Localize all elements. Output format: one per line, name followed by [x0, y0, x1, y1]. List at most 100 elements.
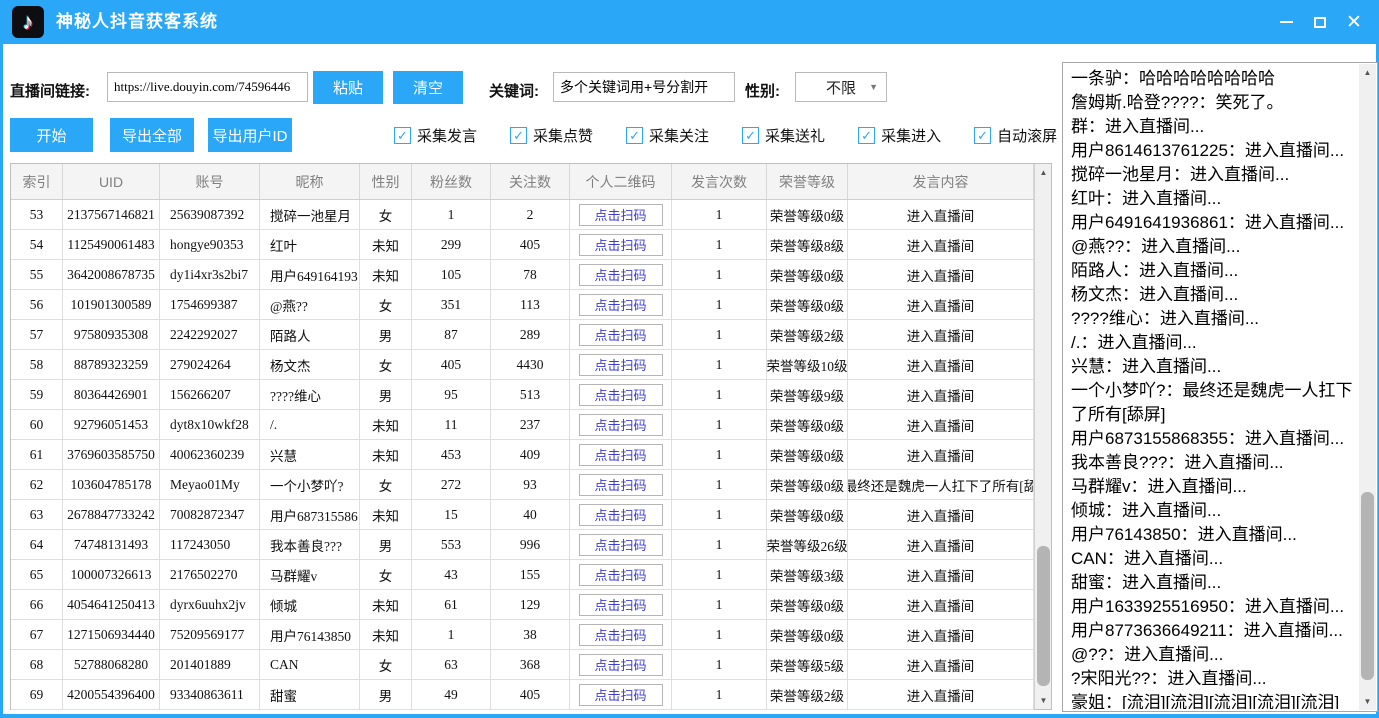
scan-qr-button[interactable]: 点击扫码	[579, 594, 663, 616]
cell-index: 61	[11, 440, 63, 470]
table-row[interactable]: 61 3769603585750 40062360239 兴慧 未知 453 4…	[11, 440, 1034, 470]
export-uid-button[interactable]: 导出用户ID	[208, 118, 292, 152]
cell-qr: 点击扫码	[570, 440, 672, 470]
cell-gender: 男	[360, 380, 412, 410]
column-header: 发言次数	[672, 164, 767, 199]
cell-gender: 女	[360, 350, 412, 380]
table-row[interactable]: 53 2137567146821 25639087392 搅碎一池星月 女 1 …	[11, 200, 1034, 230]
cell-nickname: 兴慧	[260, 440, 360, 470]
table-row[interactable]: 67 1271506934440 75209569177 用户76143850 …	[11, 620, 1034, 650]
table-row[interactable]: 60 92796051453 dyt8x10wkf28 /. 未知 11 237…	[11, 410, 1034, 440]
cell-index: 64	[11, 530, 63, 560]
table-row[interactable]: 54 1125490061483 hongye90353 红叶 未知 299 4…	[11, 230, 1034, 260]
cell-speech-content: 进入直播间	[848, 260, 1034, 290]
export-all-button[interactable]: 导出全部	[110, 118, 194, 152]
close-button[interactable]: ✕	[1337, 7, 1371, 37]
capture-option-checkbox[interactable]: 采集点赞	[510, 125, 593, 146]
scan-qr-button[interactable]: 点击扫码	[579, 504, 663, 526]
cell-uid: 100007326613	[63, 560, 160, 590]
scan-qr-button[interactable]: 点击扫码	[579, 294, 663, 316]
capture-option-checkbox[interactable]: 采集发言	[394, 125, 477, 146]
checkbox-label: 采集送礼	[765, 125, 825, 146]
cell-index: 53	[11, 200, 63, 230]
table-row[interactable]: 57 97580935308 2242292027 陌路人 男 87 289 点…	[11, 320, 1034, 350]
chat-message: @??：进入直播间...	[1071, 643, 1356, 667]
chat-message: ?宋阳光??：进入直播间...	[1071, 667, 1356, 691]
table-row[interactable]: 55 3642008678735 dy1i4xr3s2bi7 用户6491641…	[11, 260, 1034, 290]
gender-select[interactable]: 不限 ▼	[795, 72, 887, 102]
cell-speech-content: 进入直播间	[848, 680, 1034, 710]
scroll-up-icon[interactable]: ▲	[1035, 164, 1052, 181]
clear-button[interactable]: 清空	[393, 71, 463, 104]
cell-gender: 未知	[360, 590, 412, 620]
minimize-button[interactable]	[1269, 7, 1303, 37]
scroll-up-icon[interactable]: ▲	[1359, 64, 1376, 81]
table-row[interactable]: 68 52788068280 201401889 CAN 女 63 368 点击…	[11, 650, 1034, 680]
table-row[interactable]: 62 103604785178 Meyao01My 一个小梦吖? 女 272 9…	[11, 470, 1034, 500]
maximize-button[interactable]	[1303, 7, 1337, 37]
table-row[interactable]: 66 4054641250413 dyrx6uuhx2jv 倾城 未知 61 1…	[11, 590, 1034, 620]
scan-qr-button[interactable]: 点击扫码	[579, 204, 663, 226]
scroll-down-icon[interactable]: ▼	[1035, 692, 1052, 709]
capture-option-checkbox[interactable]: 自动滚屏	[974, 125, 1057, 146]
chat-scrollbar[interactable]: ▲ ▼	[1359, 64, 1376, 710]
cell-qr: 点击扫码	[570, 200, 672, 230]
cell-follows: 289	[491, 320, 570, 350]
live-link-input[interactable]	[107, 72, 308, 102]
cell-qr: 点击扫码	[570, 680, 672, 710]
scan-qr-button[interactable]: 点击扫码	[579, 384, 663, 406]
table-row[interactable]: 58 88789323259 279024264 杨文杰 女 405 4430 …	[11, 350, 1034, 380]
table-row[interactable]: 65 100007326613 2176502270 马群耀v 女 43 155…	[11, 560, 1034, 590]
table-scrollbar[interactable]: ▲ ▼	[1034, 164, 1051, 709]
scan-qr-button[interactable]: 点击扫码	[579, 324, 663, 346]
table-row[interactable]: 63 2678847733242 70082872347 用户687315586…	[11, 500, 1034, 530]
scan-qr-button[interactable]: 点击扫码	[579, 234, 663, 256]
cell-honor-level: 荣誉等级5级	[767, 650, 848, 680]
cell-uid: 1271506934440	[63, 620, 160, 650]
cell-nickname: ????维心	[260, 380, 360, 410]
capture-option-checkbox[interactable]: 采集送礼	[742, 125, 825, 146]
scan-qr-button[interactable]: 点击扫码	[579, 474, 663, 496]
maximize-icon	[1314, 17, 1326, 28]
keyword-input[interactable]	[553, 72, 735, 102]
capture-option-checkbox[interactable]: 采集关注	[626, 125, 709, 146]
table-scrollbar-thumb[interactable]	[1037, 546, 1050, 686]
scan-qr-button[interactable]: 点击扫码	[579, 684, 663, 706]
start-button[interactable]: 开始	[10, 118, 93, 152]
chat-scrollbar-thumb[interactable]	[1361, 492, 1374, 680]
capture-option-checkbox[interactable]: 采集进入	[858, 125, 941, 146]
table-row[interactable]: 59 80364426901 156266207 ????维心 男 95 513…	[11, 380, 1034, 410]
cell-nickname: 我本善良???	[260, 530, 360, 560]
cell-uid: 1125490061483	[63, 230, 160, 260]
checkbox-checked-icon	[626, 127, 643, 144]
cell-speech-content: 进入直播间	[848, 350, 1034, 380]
scroll-down-icon[interactable]: ▼	[1359, 693, 1376, 710]
paste-button[interactable]: 粘贴	[313, 71, 383, 104]
cell-gender: 未知	[360, 230, 412, 260]
scan-qr-button[interactable]: 点击扫码	[579, 564, 663, 586]
cell-honor-level: 荣誉等级9级	[767, 380, 848, 410]
chat-message: 一条驴：哈哈哈哈哈哈哈哈	[1071, 67, 1356, 91]
cell-qr: 点击扫码	[570, 590, 672, 620]
scan-qr-button[interactable]: 点击扫码	[579, 414, 663, 436]
cell-speech-count: 1	[672, 620, 767, 650]
scan-qr-button[interactable]: 点击扫码	[579, 444, 663, 466]
table-row[interactable]: 64 74748131493 117243050 我本善良??? 男 553 9…	[11, 530, 1034, 560]
table-row[interactable]: 69 4200554396400 93340863611 甜蜜 男 49 405…	[11, 680, 1034, 710]
cell-speech-count: 1	[672, 440, 767, 470]
table-row[interactable]: 56 101901300589 1754699387 @燕?? 女 351 11…	[11, 290, 1034, 320]
cell-honor-level: 荣誉等级0级	[767, 260, 848, 290]
chat-message: /.：进入直播间...	[1071, 331, 1356, 355]
scan-qr-button[interactable]: 点击扫码	[579, 534, 663, 556]
chat-message: 豪姐：[流泪][流泪][流泪][流泪][流泪][流泪][流泪][流泪][流泪][…	[1071, 691, 1356, 709]
scan-qr-button[interactable]: 点击扫码	[579, 624, 663, 646]
cell-gender: 女	[360, 290, 412, 320]
scan-qr-button[interactable]: 点击扫码	[579, 264, 663, 286]
cell-speech-content: 进入直播间	[848, 530, 1034, 560]
cell-fans: 453	[412, 440, 491, 470]
cell-gender: 未知	[360, 260, 412, 290]
scan-qr-button[interactable]: 点击扫码	[579, 354, 663, 376]
cell-honor-level: 荣誉等级0级	[767, 200, 848, 230]
cell-fans: 1	[412, 620, 491, 650]
scan-qr-button[interactable]: 点击扫码	[579, 654, 663, 676]
